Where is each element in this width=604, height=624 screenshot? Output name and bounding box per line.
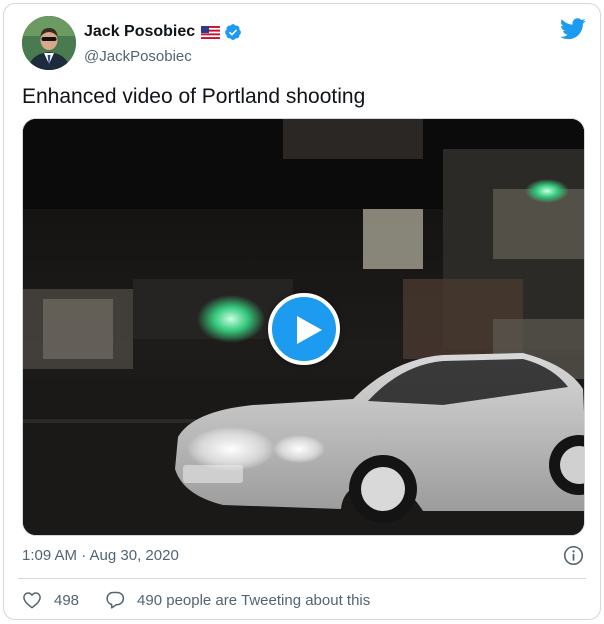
avatar-image	[22, 16, 76, 70]
play-button[interactable]	[268, 293, 340, 365]
reply-bubble-icon	[106, 591, 125, 609]
tweet-card: Jack Posobiec @JackPosobiec Enhanced vid…	[3, 3, 601, 620]
like-count: 498	[54, 591, 80, 609]
twitter-bird-icon[interactable]	[560, 18, 586, 40]
heart-icon	[23, 592, 41, 609]
play-icon	[297, 316, 322, 344]
conversation-count: 490 people are Tweeting about this	[137, 591, 371, 609]
divider	[18, 578, 586, 579]
conversation-link[interactable]: 490 people are Tweeting about this	[105, 590, 370, 610]
engagement-bar: 498 490 people are Tweeting about this	[22, 590, 370, 610]
verified-badge-icon	[224, 23, 242, 41]
tweet-timestamp[interactable]: 1:09 AM · Aug 30, 2020	[22, 547, 179, 564]
author-handle[interactable]: @JackPosobiec	[84, 48, 192, 65]
author-display-name[interactable]: Jack Posobiec	[84, 23, 195, 41]
like-button[interactable]: 498	[22, 590, 79, 610]
tweet-text: Enhanced video of Portland shooting	[22, 85, 366, 108]
info-icon[interactable]	[563, 545, 584, 566]
us-flag-icon	[201, 25, 221, 39]
avatar[interactable]	[22, 16, 76, 70]
video-player[interactable]	[22, 118, 585, 536]
